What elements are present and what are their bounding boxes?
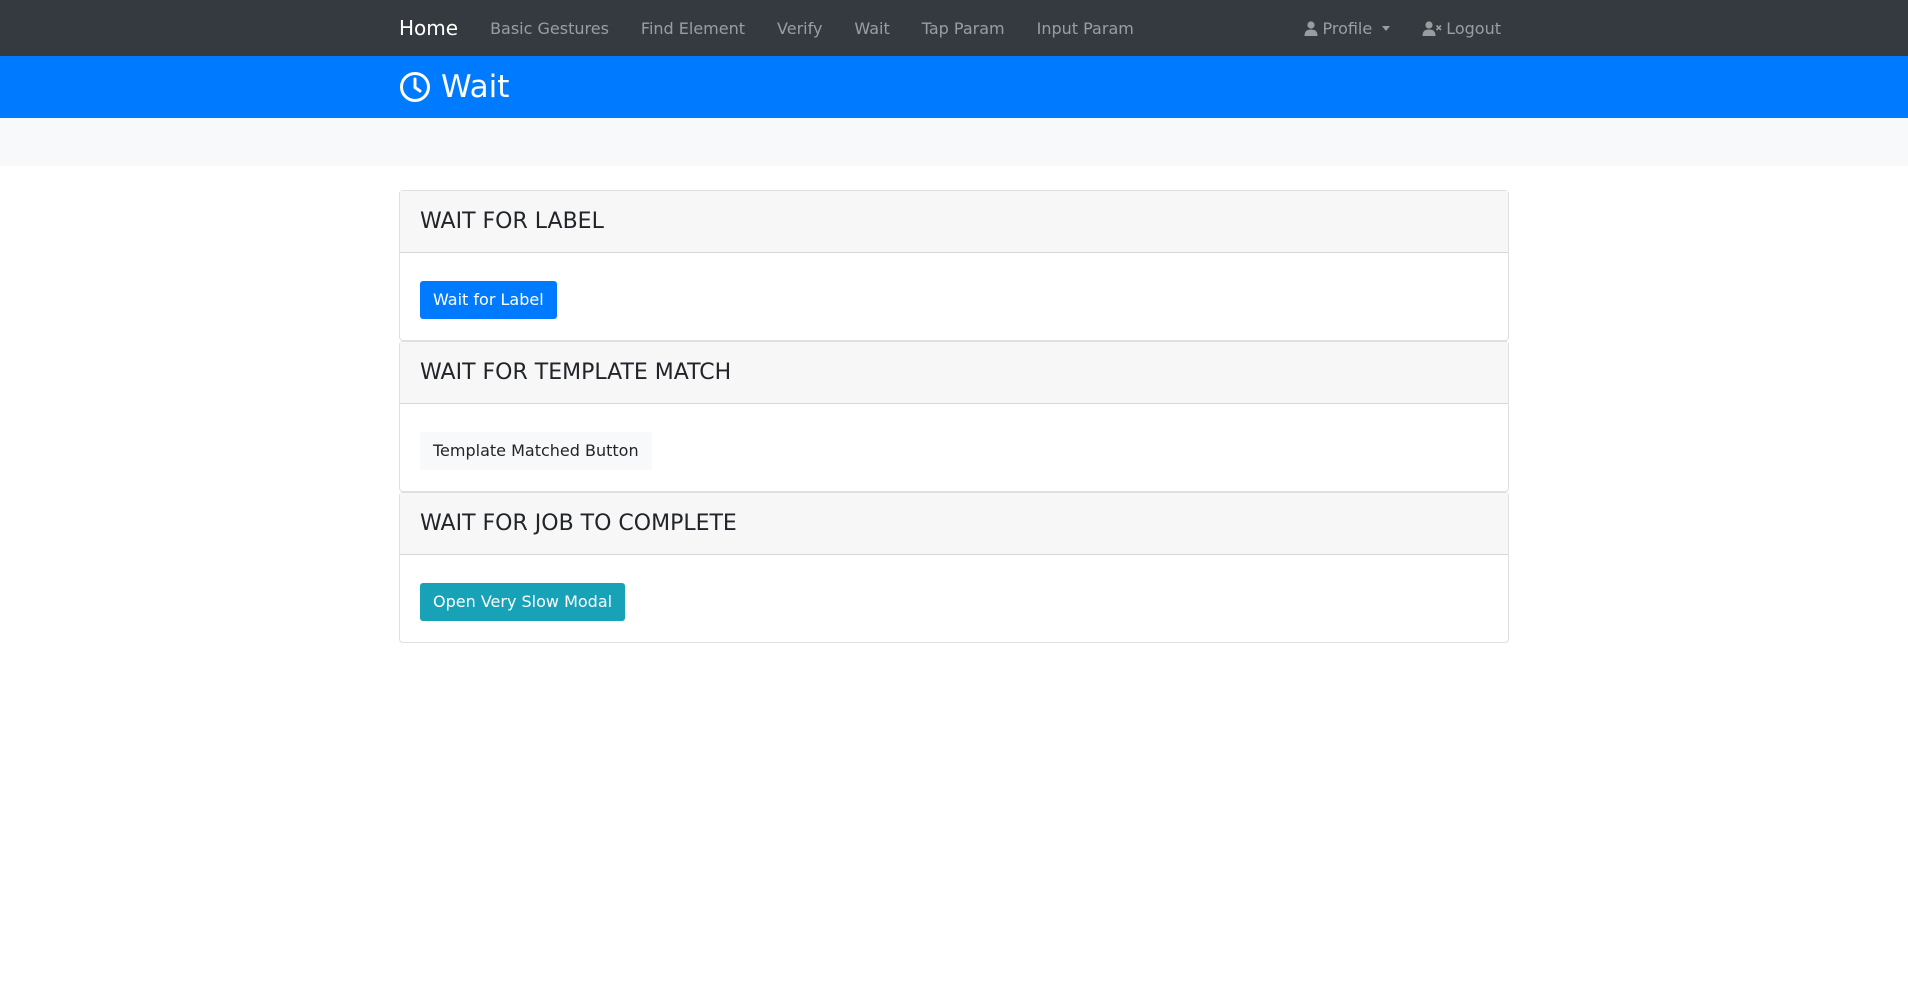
top-navbar: Home Basic Gestures Find Element Verify … xyxy=(0,0,1908,56)
logout-label: Logout xyxy=(1446,18,1501,38)
nav-link-find-element[interactable]: Find Element xyxy=(625,19,761,38)
nav-links: Basic Gestures Find Element Verify Wait … xyxy=(474,19,1150,38)
navbar-container: Home Basic Gestures Find Element Verify … xyxy=(399,0,1509,56)
profile-label: Profile xyxy=(1322,18,1373,38)
template-matched-button[interactable]: Template Matched Button xyxy=(420,432,652,470)
subheader-band xyxy=(0,118,1908,166)
card-body: Wait for Label xyxy=(400,253,1508,340)
card-header: WAIT FOR TEMPLATE MATCH xyxy=(400,342,1508,404)
card-wait-for-job-to-complete: WAIT FOR JOB TO COMPLETE Open Very Slow … xyxy=(399,492,1509,643)
wait-for-label-button[interactable]: Wait for Label xyxy=(420,281,557,319)
card-body: Open Very Slow Modal xyxy=(400,555,1508,642)
page-title: Wait xyxy=(441,69,510,105)
open-very-slow-modal-button[interactable]: Open Very Slow Modal xyxy=(420,583,626,621)
nav-link-verify[interactable]: Verify xyxy=(761,19,838,38)
caret-down-icon xyxy=(1382,25,1391,31)
card-wait-for-template-match: WAIT FOR TEMPLATE MATCH Template Matched… xyxy=(399,341,1509,492)
main-content: WAIT FOR LABEL Wait for Label WAIT FOR T… xyxy=(399,190,1509,643)
page-header: Wait xyxy=(0,56,1908,118)
user-icon xyxy=(1304,20,1318,36)
nav-link-wait[interactable]: Wait xyxy=(838,19,905,38)
nav-right: Profile Logout xyxy=(1288,19,1509,38)
user-times-icon xyxy=(1422,20,1442,36)
nav-link-basic-gestures[interactable]: Basic Gestures xyxy=(474,19,625,38)
profile-dropdown[interactable]: Profile xyxy=(1288,19,1406,38)
clock-icon xyxy=(399,71,431,103)
page-header-content: Wait xyxy=(399,56,509,118)
nav-link-tap-param[interactable]: Tap Param xyxy=(906,19,1021,38)
card-header: WAIT FOR JOB TO COMPLETE xyxy=(400,493,1508,555)
card-body: Template Matched Button xyxy=(400,404,1508,491)
nav-link-input-param[interactable]: Input Param xyxy=(1021,19,1150,38)
brand-home-link[interactable]: Home xyxy=(399,16,458,40)
logout-link[interactable]: Logout xyxy=(1406,19,1509,38)
card-header: WAIT FOR LABEL xyxy=(400,191,1508,253)
card-wait-for-label: WAIT FOR LABEL Wait for Label xyxy=(399,190,1509,341)
